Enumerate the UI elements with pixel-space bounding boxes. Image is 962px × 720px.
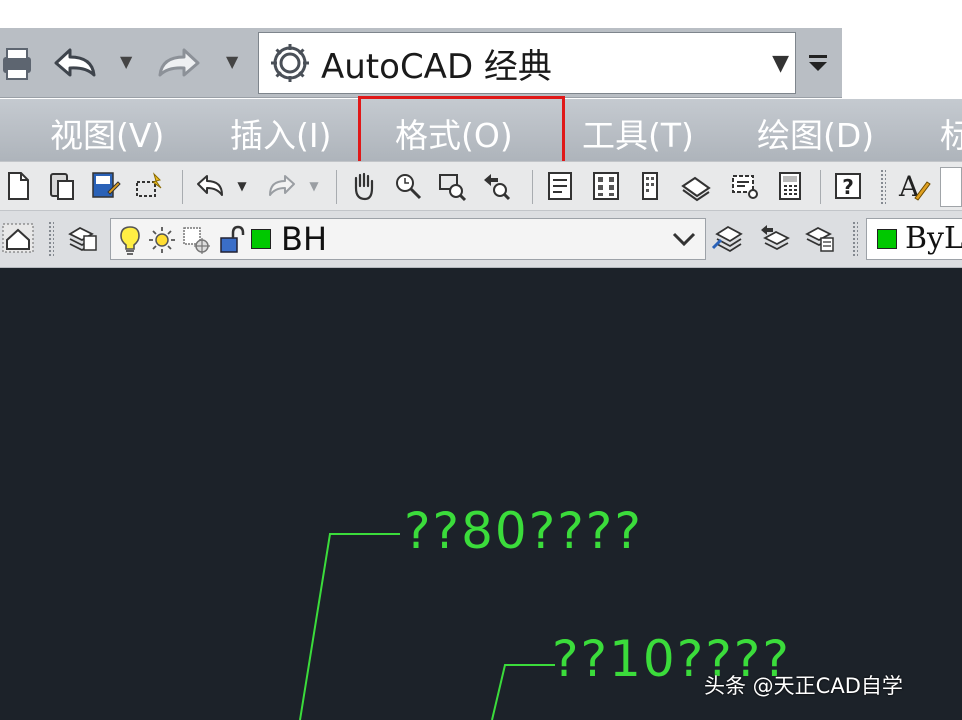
- redo-icon[interactable]: [150, 36, 208, 90]
- layer-states-icon[interactable]: [64, 220, 100, 256]
- undo-icon[interactable]: [46, 36, 104, 90]
- workspace-selector[interactable]: AutoCAD 经典 ▼: [258, 32, 796, 94]
- workspace-label: AutoCAD 经典: [321, 46, 552, 87]
- markup-icon[interactable]: [726, 168, 762, 204]
- properties-icon[interactable]: [542, 168, 578, 204]
- drawing-label-1: ??80????: [404, 502, 643, 560]
- toolbar-separator: [182, 170, 183, 204]
- gear-icon: [267, 40, 313, 86]
- viewport-freeze-icon[interactable]: [181, 224, 211, 260]
- menu-view[interactable]: 视图(V): [50, 109, 164, 157]
- redo-icon[interactable]: [264, 168, 300, 204]
- text-style-combo[interactable]: [940, 167, 962, 207]
- chevron-down-icon[interactable]: [671, 225, 697, 257]
- color-control-dropdown[interactable]: ByL: [866, 218, 962, 260]
- toolbar-separator: [820, 170, 821, 204]
- zoom-realtime-icon[interactable]: [390, 168, 426, 204]
- menu-tools[interactable]: 工具(T): [582, 109, 694, 157]
- toolbar-separator: [336, 170, 337, 204]
- toolbar-grip[interactable]: [880, 169, 886, 205]
- layer-dropdown[interactable]: BH: [110, 218, 706, 260]
- lightbulb-icon[interactable]: [117, 224, 143, 260]
- svg-text:?: ?: [842, 175, 854, 199]
- help-icon[interactable]: ?: [830, 168, 866, 204]
- watermark: 头条 @天正CAD自学: [704, 660, 903, 710]
- menu-dimension[interactable]: 标: [940, 109, 962, 157]
- menu-insert[interactable]: 插入(I): [230, 109, 331, 157]
- standard-toolbar: ▼ ▼ ? A: [0, 161, 962, 211]
- color-control-value: ByL: [905, 221, 962, 256]
- layer-previous-icon[interactable]: [756, 220, 792, 256]
- sheet-set-icon[interactable]: [678, 168, 714, 204]
- block-editor-icon[interactable]: [132, 168, 168, 204]
- unlock-icon[interactable]: [217, 224, 245, 260]
- paste-icon[interactable]: [44, 168, 80, 204]
- match-properties-icon[interactable]: [88, 168, 124, 204]
- sun-icon[interactable]: [147, 224, 177, 260]
- redo-dropdown-icon[interactable]: ▼: [226, 52, 238, 71]
- new-icon[interactable]: [0, 168, 36, 204]
- zoom-window-icon[interactable]: [434, 168, 470, 204]
- layer-manager-icon[interactable]: [0, 220, 36, 256]
- toolbar-separator: [532, 170, 533, 204]
- undo-icon[interactable]: [192, 168, 228, 204]
- layers-toolbar: BH ByL: [0, 211, 962, 268]
- make-current-layer-icon[interactable]: [710, 220, 746, 256]
- current-layer-name: BH: [281, 220, 328, 258]
- chevron-down-icon[interactable]: ▼: [772, 51, 789, 76]
- pan-icon[interactable]: [346, 168, 382, 204]
- drawing-canvas[interactable]: ??80???? ??10????: [0, 268, 962, 720]
- undo-dropdown-icon[interactable]: ▼: [232, 168, 252, 204]
- layer-walk-icon[interactable]: [802, 220, 838, 256]
- text-style-icon[interactable]: A: [896, 168, 932, 204]
- watermark-text: 头条 @天正CAD自学: [704, 674, 903, 698]
- redo-dropdown-icon[interactable]: ▼: [304, 168, 324, 204]
- zoom-previous-icon[interactable]: [478, 168, 514, 204]
- quick-access-toolbar: ▼ ▼ AutoCAD 经典 ▼: [0, 0, 962, 100]
- leader-lines: [299, 533, 555, 720]
- design-center-icon[interactable]: [588, 168, 624, 204]
- toolbar-grip[interactable]: [852, 221, 858, 257]
- layer-color-swatch: [251, 229, 271, 249]
- menu-draw[interactable]: 绘图(D): [757, 109, 874, 157]
- tool-palettes-icon[interactable]: [632, 168, 668, 204]
- calculator-icon[interactable]: [772, 168, 808, 204]
- toolbar-grip[interactable]: [48, 221, 54, 257]
- customize-qat-icon[interactable]: [800, 36, 836, 90]
- color-swatch: [877, 229, 897, 249]
- print-icon[interactable]: [0, 36, 36, 90]
- undo-dropdown-icon[interactable]: ▼: [120, 52, 132, 71]
